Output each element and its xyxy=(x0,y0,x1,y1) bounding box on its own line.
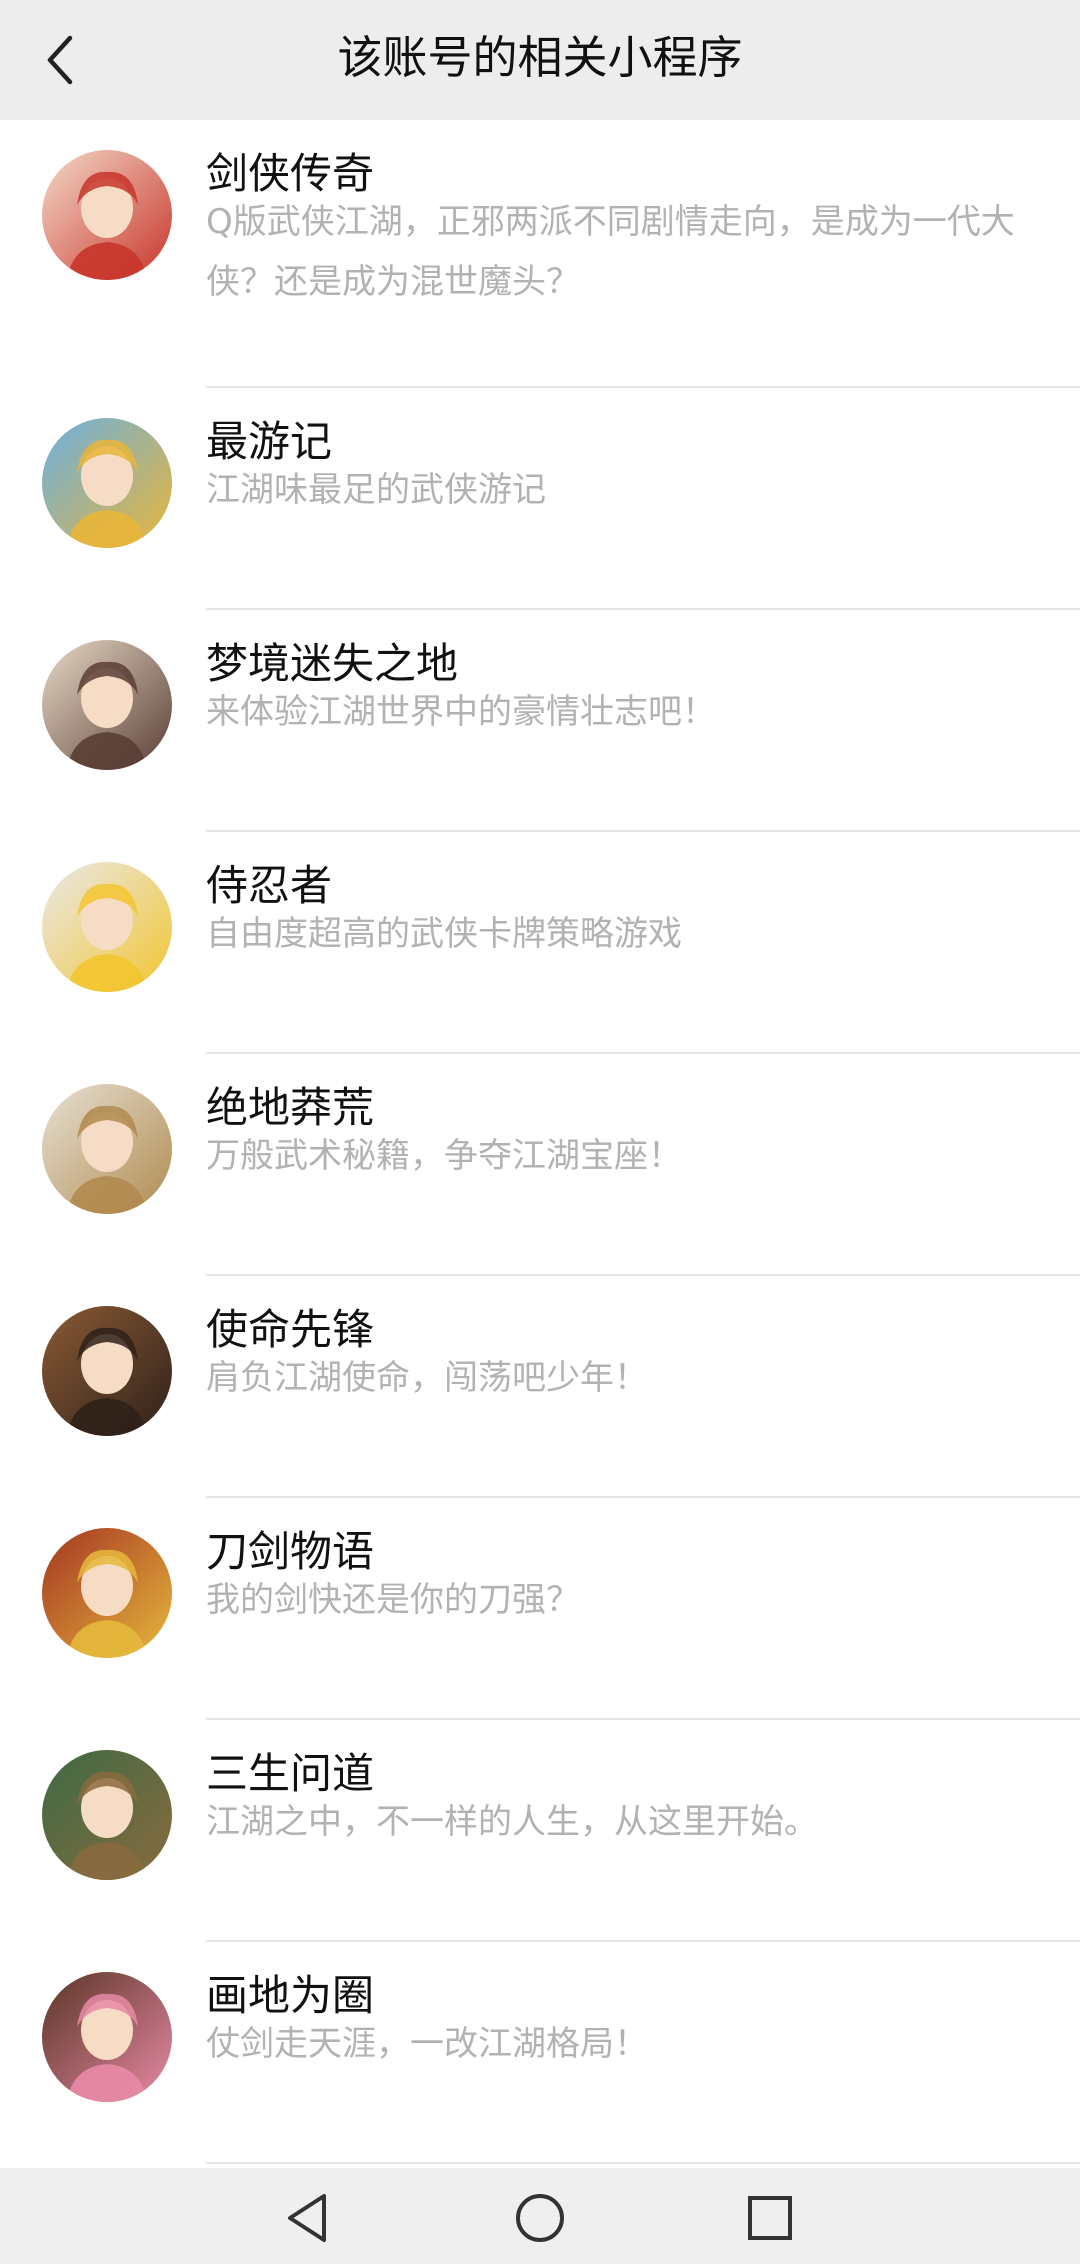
item-description: 江湖味最足的武侠游记 xyxy=(206,470,546,510)
chevron-left-icon xyxy=(47,35,73,85)
list-item[interactable]: 三生问道 江湖之中，不一样的人生，从这里开始。 xyxy=(0,1720,1080,1942)
item-description: 来体验江湖世界中的豪情壮志吧！ xyxy=(206,692,716,732)
page: 该账号的相关小程序 剑侠传奇 Q版武侠江湖，正邪两派不同剧情走向，是成为一代大侠？… xyxy=(0,0,1080,2264)
item-description: 肩负江湖使命，闯荡吧少年！ xyxy=(206,1358,648,1398)
back-button[interactable] xyxy=(24,24,96,96)
character-avatar-icon xyxy=(42,640,172,770)
item-description: 我的剑快还是你的刀强？ xyxy=(206,1580,580,1620)
avatar xyxy=(42,1750,172,1880)
nav-back-button[interactable] xyxy=(276,2186,340,2250)
item-description: 万般武术秘籍，争夺江湖宝座！ xyxy=(206,1136,682,1176)
item-description: 仗剑走天涯，一改江湖格局！ xyxy=(206,2024,648,2064)
list-item[interactable]: 使命先锋 肩负江湖使命，闯荡吧少年！ xyxy=(0,1276,1080,1498)
nav-recents-button[interactable] xyxy=(738,2186,802,2250)
circle-home-icon xyxy=(516,2194,564,2242)
page-title: 该账号的相关小程序 xyxy=(337,31,743,84)
avatar xyxy=(42,1084,172,1214)
square-recents-icon xyxy=(748,2196,792,2240)
avatar xyxy=(42,1528,172,1658)
character-avatar-icon xyxy=(42,1750,172,1880)
character-avatar-icon xyxy=(42,1306,172,1436)
divider xyxy=(206,2162,1080,2164)
character-avatar-icon xyxy=(42,1528,172,1658)
list-item[interactable]: 侍忍者 自由度超高的武侠卡牌策略游戏 xyxy=(0,832,1080,1054)
item-description: 江湖之中，不一样的人生，从这里开始。 xyxy=(206,1802,818,1842)
character-avatar-icon xyxy=(42,150,172,280)
avatar xyxy=(42,1972,172,2102)
list-item[interactable]: 剑侠传奇 Q版武侠江湖，正邪两派不同剧情走向，是成为一代大侠？还是成为混世魔头？ xyxy=(0,120,1080,388)
avatar xyxy=(42,150,172,280)
character-avatar-icon xyxy=(42,1972,172,2102)
list-item[interactable]: 梦境迷失之地 来体验江湖世界中的豪情壮志吧！ xyxy=(0,610,1080,832)
item-description: Q版武侠江湖，正邪两派不同剧情走向，是成为一代大侠？还是成为混世魔头？ xyxy=(206,202,1015,302)
list-item[interactable]: 最游记 江湖味最足的武侠游记 xyxy=(0,388,1080,610)
avatar xyxy=(42,418,172,548)
nav-home-button[interactable] xyxy=(508,2186,572,2250)
system-nav-bar xyxy=(0,2168,1080,2264)
mini-program-list: 剑侠传奇 Q版武侠江湖，正邪两派不同剧情走向，是成为一代大侠？还是成为混世魔头？最… xyxy=(0,120,1080,2164)
list-item[interactable]: 绝地莽荒 万般武术秘籍，争夺江湖宝座！ xyxy=(0,1054,1080,1276)
avatar xyxy=(42,1306,172,1436)
avatar xyxy=(42,862,172,992)
triangle-back-icon xyxy=(288,2194,326,2242)
top-bar: 该账号的相关小程序 xyxy=(0,0,1080,120)
avatar xyxy=(42,640,172,770)
item-description: 自由度超高的武侠卡牌策略游戏 xyxy=(206,914,682,954)
list-item[interactable]: 画地为圈 仗剑走天涯，一改江湖格局！ xyxy=(0,1942,1080,2164)
list-item[interactable]: 刀剑物语 我的剑快还是你的刀强？ xyxy=(0,1498,1080,1720)
character-avatar-icon xyxy=(42,1084,172,1214)
character-avatar-icon xyxy=(42,862,172,992)
character-avatar-icon xyxy=(42,418,172,548)
